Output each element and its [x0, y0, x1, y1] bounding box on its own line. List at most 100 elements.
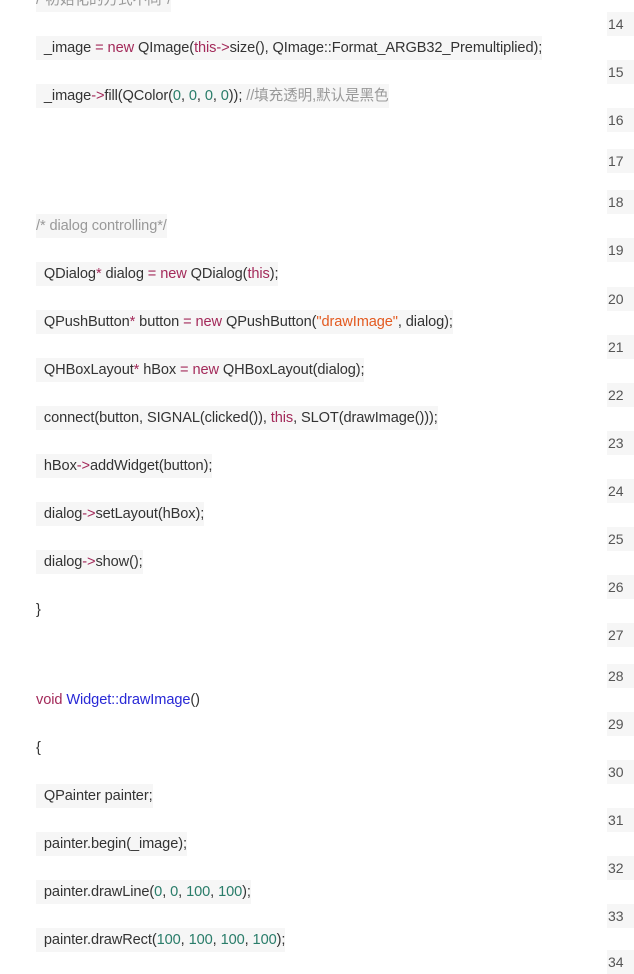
code-token-plain: );	[242, 884, 251, 900]
code-token-keyword: new	[107, 40, 135, 56]
code-token-number: 0	[220, 88, 229, 104]
code-token-plain: , SLOT(drawImage()));	[293, 410, 438, 426]
code-token-keyword: new	[192, 362, 219, 378]
code-line: painter.drawRect(100, 100, 100, 100);	[36, 928, 285, 952]
code-token-number: 100	[186, 884, 211, 900]
code-token-plain: QDialog(	[186, 266, 248, 282]
code-token-plain: ,	[180, 932, 189, 948]
code-token-keyword: this	[247, 266, 270, 282]
code-token-number: 0	[204, 88, 213, 104]
line-number: 20	[607, 287, 634, 311]
line-number: 15	[607, 60, 634, 84]
code-token-plain: dialog	[36, 506, 83, 522]
line-number: 30	[607, 760, 634, 784]
code-token-plain: dialog	[101, 266, 148, 282]
code-token-number: 100	[188, 932, 213, 948]
code-token-plain: hBox	[36, 458, 77, 474]
code-token-plain: QPushButton(	[222, 314, 317, 330]
code-token-plain: );	[276, 932, 286, 948]
code-token-plain: show();	[95, 554, 143, 570]
line-number: 18	[607, 190, 634, 214]
code-token-plain: _image	[36, 88, 92, 104]
code-line: painter.drawLine(0, 0, 100, 100);	[36, 880, 251, 904]
code-token-plain: QPushButton	[36, 314, 130, 330]
code-token-number: 0	[172, 88, 181, 104]
code-token-number: 0	[154, 884, 163, 900]
code-line: }	[36, 598, 41, 622]
code-token-plain: ,	[210, 884, 219, 900]
line-number: 25	[607, 527, 634, 551]
code-line: QPushButton* button = new QPushButton("d…	[36, 310, 453, 334]
line-number: 28	[607, 664, 634, 688]
code-token-comment: /*初始化的方式不同*/	[36, 0, 172, 8]
code-token-plain: , dialog);	[397, 314, 453, 330]
code-token-plain: }	[36, 602, 41, 618]
line-number: 33	[607, 904, 634, 928]
code-line: {	[36, 736, 41, 760]
code-line: _image->fill(QColor(0, 0, 0, 0)); //填充透明…	[36, 84, 389, 108]
code-token-plain: QDialog	[36, 266, 96, 282]
line-number: 23	[607, 431, 634, 455]
code-token-plain: ,	[196, 88, 205, 104]
code-token-keyword: new	[160, 266, 187, 282]
code-token-plain: ,	[162, 884, 171, 900]
code-token-keyword: =	[147, 266, 157, 282]
line-number: 22	[607, 383, 634, 407]
code-line: dialog->setLayout(hBox);	[36, 502, 204, 526]
code-line: connect(button, SIGNAL(clicked()), this,…	[36, 406, 438, 430]
code-token-number: 100	[218, 884, 243, 900]
line-number: 16	[607, 108, 634, 132]
code-token-plain: button	[135, 314, 184, 330]
line-number: 32	[607, 856, 634, 880]
code-token-number: 100	[156, 932, 181, 948]
code-token-string: "drawImage"	[316, 314, 398, 330]
code-token-arrow: ->	[82, 506, 96, 522]
code-token-plain: hBox	[139, 362, 181, 378]
code-token-number: 100	[252, 932, 277, 948]
code-line: painter.begin(_image);	[36, 832, 187, 856]
line-number: 19	[607, 238, 634, 262]
code-token-number: 0	[170, 884, 179, 900]
code-token-plain: QImage(	[134, 40, 195, 56]
code-token-plain: ,	[212, 932, 221, 948]
line-number: 17	[607, 149, 634, 173]
code-token-plain: QHBoxLayout(dialog);	[218, 362, 365, 378]
code-line: void Widget::drawImage()	[36, 688, 200, 712]
code-line: _image = new QImage(this->size(), QImage…	[36, 36, 542, 60]
code-token-keyword: =	[95, 40, 104, 56]
code-token-plain: QPainter painter;	[36, 788, 153, 804]
code-token-arrow: ->	[82, 554, 96, 570]
code-token-plain: addWidget(button);	[89, 458, 213, 474]
line-number: 26	[607, 575, 634, 599]
code-token-plain: ,	[180, 88, 189, 104]
code-token-plain: ,	[178, 884, 187, 900]
code-token-comment: /* dialog controlling*/	[36, 218, 167, 234]
code-token-plain: );	[269, 266, 279, 282]
line-number: 29	[607, 712, 634, 736]
code-token-plain: connect(button, SIGNAL(clicked()),	[36, 410, 271, 426]
code-token-plain: painter.drawLine(	[36, 884, 155, 900]
code-token-keyword: this	[270, 410, 294, 426]
code-line: dialog->show();	[36, 550, 143, 574]
code-token-arrow: ->	[216, 40, 230, 56]
code-line: QDialog* dialog = new QDialog(this);	[36, 262, 279, 286]
code-token-plain: QHBoxLayout	[36, 362, 134, 378]
code-line: /* dialog controlling*/	[36, 214, 167, 238]
line-number: 34	[607, 950, 634, 974]
code-token-keyword: void	[36, 692, 63, 708]
code-token-keyword: this	[194, 40, 217, 56]
code-line: QPainter painter;	[36, 784, 153, 808]
code-token-plain: setLayout(hBox);	[95, 506, 205, 522]
code-token-number: 100	[220, 932, 245, 948]
line-number: 24	[607, 479, 634, 503]
code-token-plain: ()	[190, 692, 200, 708]
code-token-arrow: ->	[91, 88, 105, 104]
code-line: hBox->addWidget(button);	[36, 454, 212, 478]
code-token-plain: size(), QImage::Format_ARGB32_Premultipl…	[229, 40, 543, 56]
code-token-plain: painter.drawRect(	[36, 932, 157, 948]
code-token-func: Widget::drawImage	[66, 692, 191, 708]
line-number: 27	[607, 623, 634, 647]
code-token-plain: _image	[36, 40, 96, 56]
code-token-plain: ,	[212, 88, 221, 104]
code-token-comment: //填充透明,默认是黑色	[246, 88, 389, 104]
